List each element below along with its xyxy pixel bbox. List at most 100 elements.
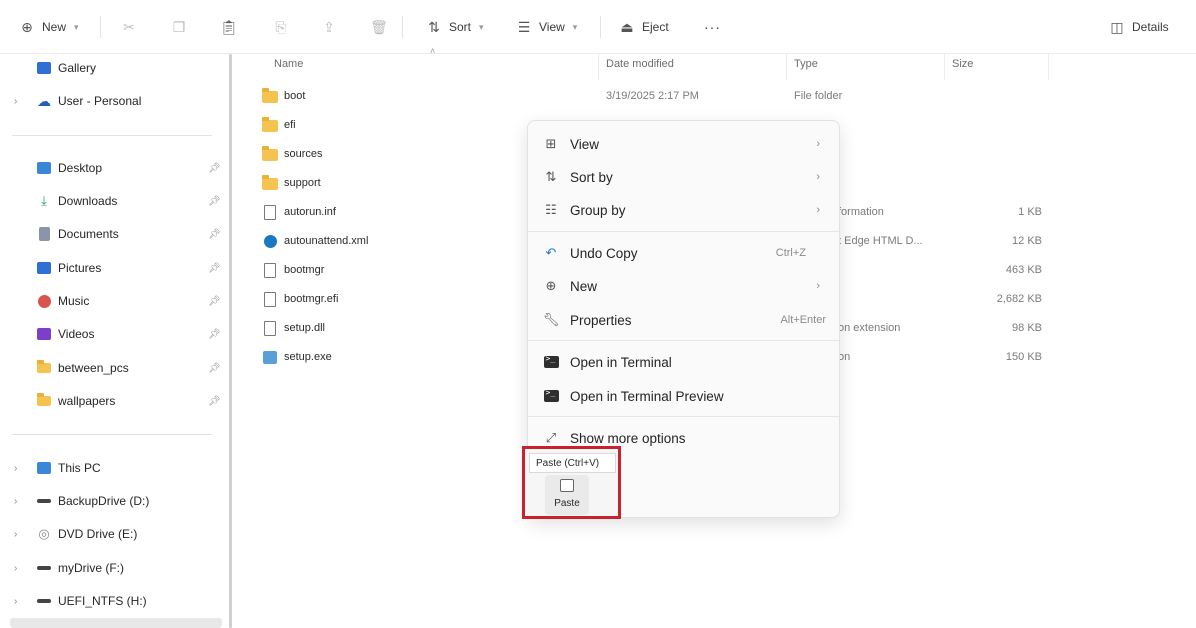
sidebar-item-dvd-drive[interactable]: › ◎ DVD Drive (E:)	[0, 520, 225, 548]
paste-highlight-box: Paste (Ctrl+V) Paste	[522, 446, 621, 519]
eject-icon: ⏏	[620, 18, 634, 35]
column-header-name[interactable]: Name	[274, 58, 303, 74]
menu-item-view[interactable]: ⊞ View ›	[534, 129, 834, 159]
sidebar-item-mydrive[interactable]: › myDrive (F:)	[0, 554, 225, 582]
sort-icon: ⇅	[545, 169, 557, 184]
paste-button[interactable]: Paste	[545, 475, 589, 515]
sidebar-item-desktop[interactable]: Desktop 📌︎	[0, 154, 225, 182]
chevron-right-icon: ›	[816, 171, 820, 183]
pin-icon: 📌︎	[208, 195, 221, 207]
cut-button[interactable]: ✂	[120, 14, 138, 40]
sort-icon: ⇅	[428, 18, 440, 35]
sidebar-scrollbar[interactable]	[229, 54, 232, 628]
chevron-right-icon: ›	[816, 138, 820, 150]
column-separator[interactable]	[944, 54, 945, 80]
copy-button[interactable]: ❐	[170, 14, 188, 40]
clipboard-icon: 📋︎	[220, 18, 238, 35]
pictures-icon	[36, 261, 52, 275]
sidebar-item-uefi-ntfs[interactable]: › UEFI_NTFS (H:)	[0, 587, 225, 615]
folder-icon	[36, 393, 52, 408]
music-icon	[36, 294, 52, 308]
pin-icon: 📌︎	[208, 362, 221, 374]
sort-caret-icon: ˄	[430, 46, 436, 56]
sidebar-item-backupdrive[interactable]: › BackupDrive (D:)	[0, 487, 225, 515]
details-pane-button[interactable]: ◫ Details	[1108, 14, 1168, 40]
column-header-size[interactable]: Size	[952, 58, 973, 74]
chevron-right-icon[interactable]: ›	[14, 96, 17, 107]
download-icon: ⤓	[41, 193, 47, 208]
drive-icon	[36, 494, 52, 508]
more-options-button[interactable]: ···	[704, 14, 721, 40]
new-button[interactable]: ⊕ New ▾	[18, 14, 79, 40]
menu-item-undo-copy[interactable]: ↶ Undo Copy Ctrl+Z	[534, 238, 834, 268]
folder-icon	[262, 116, 278, 133]
column-separator[interactable]	[598, 54, 599, 80]
sidebar-item-between-pcs[interactable]: between_pcs 📌︎	[0, 354, 225, 382]
rename-icon: ⎘	[275, 18, 287, 35]
sort-button[interactable]: ⇅ Sort ▾	[425, 14, 484, 40]
column-header-date[interactable]: Date modified	[606, 58, 674, 74]
menu-item-group-by[interactable]: ☷ Group by ›	[534, 195, 834, 225]
sidebar-item-music[interactable]: Music 📌︎	[0, 287, 225, 315]
column-separator[interactable]	[786, 54, 787, 80]
pin-icon: 📌︎	[208, 162, 221, 174]
group-icon: ☷	[545, 202, 557, 217]
folder-icon	[262, 87, 278, 104]
paste-icon	[560, 479, 574, 492]
rename-button[interactable]: ⎘	[272, 14, 290, 40]
terminal-preview-icon	[542, 387, 560, 405]
menu-item-sort-by[interactable]: ⇅ Sort by ›	[534, 162, 834, 192]
expand-icon: ⤢	[545, 430, 557, 445]
paste-toolbar-button[interactable]: 📋︎	[220, 14, 238, 40]
trash-icon: 🗑︎	[370, 18, 388, 35]
sidebar-item-onedrive[interactable]: › ☁ User - Personal	[0, 87, 225, 115]
toolbar-divider	[100, 16, 101, 38]
cloud-icon: ☁	[37, 92, 51, 109]
chevron-right-icon[interactable]: ›	[14, 496, 17, 507]
navigation-pane: Gallery › ☁ User - Personal Desktop 📌︎ ⤓…	[0, 54, 232, 628]
gallery-icon	[36, 61, 52, 75]
sidebar-item-downloads[interactable]: ⤓ Downloads 📌︎	[0, 187, 225, 215]
plus-circle-icon: ⊕	[545, 278, 557, 293]
sidebar-item-videos[interactable]: Videos 📌︎	[0, 320, 225, 348]
menu-item-properties[interactable]: 🔧︎ Properties Alt+Enter	[534, 305, 834, 335]
undo-icon: ↶	[545, 245, 557, 260]
sidebar-selected-item[interactable]	[10, 618, 222, 628]
share-icon: ⇪	[323, 18, 335, 35]
menu-item-new[interactable]: ⊕ New ›	[534, 271, 834, 301]
column-header-type[interactable]: Type	[794, 58, 818, 74]
menu-divider	[528, 231, 839, 232]
sidebar-item-gallery[interactable]: Gallery	[0, 54, 225, 82]
setup-exe-icon	[262, 350, 278, 365]
sidebar-item-documents[interactable]: Documents 📌︎	[0, 220, 225, 248]
chevron-right-icon[interactable]: ›	[14, 596, 17, 607]
eject-button[interactable]: ⏏ Eject	[618, 14, 668, 40]
menu-item-open-in-terminal-preview[interactable]: Open in Terminal Preview	[534, 381, 834, 411]
column-separator[interactable]	[1048, 54, 1049, 80]
chevron-right-icon[interactable]: ›	[14, 463, 17, 474]
dll-file-icon	[262, 321, 278, 336]
delete-button[interactable]: 🗑︎	[370, 14, 388, 40]
sidebar-divider	[12, 434, 212, 435]
menu-item-open-in-terminal[interactable]: Open in Terminal	[534, 347, 834, 377]
sidebar-item-this-pc[interactable]: › This PC	[0, 454, 225, 482]
share-button[interactable]: ⇪	[320, 14, 338, 40]
computer-icon	[36, 461, 52, 475]
view-button[interactable]: ☰ View ▾	[515, 14, 578, 40]
chevron-down-icon: ▾	[74, 21, 79, 32]
drive-icon	[36, 561, 52, 575]
file-row[interactable]: boot 3/19/2025 2:17 PM File folder	[256, 82, 1056, 111]
sidebar-item-wallpapers[interactable]: wallpapers 📌︎	[0, 387, 225, 415]
sidebar-divider	[12, 135, 212, 136]
edge-icon	[262, 234, 278, 249]
file-icon	[262, 263, 278, 278]
folder-icon	[262, 145, 278, 162]
chevron-down-icon: ▾	[479, 21, 484, 32]
sidebar-item-pictures[interactable]: Pictures 📌︎	[0, 254, 225, 282]
folder-icon	[262, 174, 278, 191]
pin-icon: 📌︎	[208, 262, 221, 274]
chevron-right-icon[interactable]: ›	[14, 529, 17, 540]
chevron-right-icon[interactable]: ›	[14, 563, 17, 574]
document-icon	[36, 227, 52, 241]
grid-view-icon: ⊞	[545, 136, 557, 151]
